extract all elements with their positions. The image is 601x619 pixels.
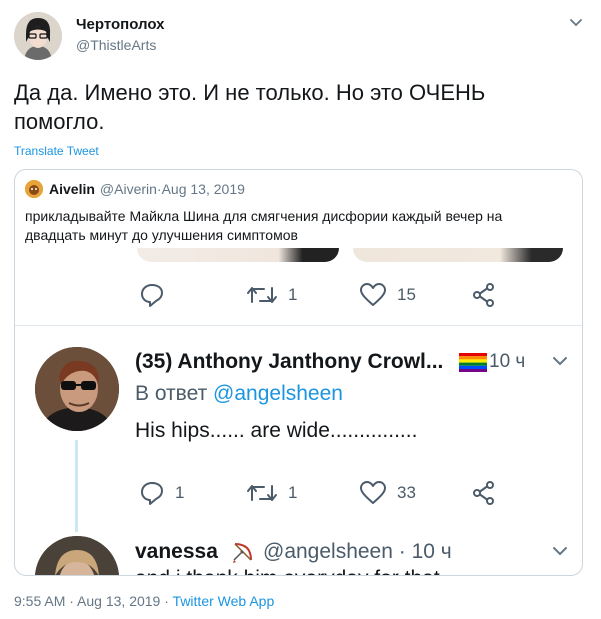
footer-separator: · xyxy=(65,593,78,609)
tweet-date[interactable]: Aug 13, 2019 xyxy=(77,593,160,609)
reply-to-prefix: В ответ xyxy=(135,382,214,405)
chevron-down-icon xyxy=(551,354,569,368)
reply-author-name: (35) Anthony Janthony Crowl... xyxy=(135,350,444,373)
share-action xyxy=(471,480,497,506)
share-icon xyxy=(471,282,497,308)
quoted-author-name: Aivelin xyxy=(49,181,95,197)
like-icon xyxy=(359,282,387,308)
author-handle[interactable]: @ThistleArts xyxy=(76,37,156,53)
translate-tweet-link[interactable]: Translate Tweet xyxy=(14,144,99,158)
chevron-down-icon[interactable] xyxy=(568,16,584,30)
retweet-count: 1 xyxy=(288,483,298,502)
screenshot-action-bar: 1 15 xyxy=(15,270,582,320)
quoted-date: Aug 13, 2019 xyxy=(161,181,245,197)
quoted-image-fragment xyxy=(137,248,339,262)
retweet-action: 1 xyxy=(246,480,297,506)
reply-action: 1 xyxy=(139,480,184,506)
retweet-icon xyxy=(246,282,278,308)
rainbow-flag-icon xyxy=(459,353,487,372)
next-author-handle: @angelsheen · 10 ч xyxy=(263,540,452,563)
quoted-author-handle: @Aiverin xyxy=(99,181,157,197)
bow-arrow-icon xyxy=(231,540,255,564)
reply-action-bar: 1 1 33 xyxy=(15,468,582,508)
reply-author-avatar xyxy=(35,347,119,431)
reply-count: 1 xyxy=(175,483,185,502)
reply-to-line: В ответ @angelsheen xyxy=(135,382,343,406)
chevron-down-icon xyxy=(551,544,569,558)
tweet-source[interactable]: Twitter Web App xyxy=(173,593,275,609)
tweet-time[interactable]: 9:55 AM xyxy=(14,593,65,609)
footer-separator: · xyxy=(160,593,173,609)
share-icon xyxy=(471,480,497,506)
retweet-count: 1 xyxy=(288,285,298,304)
tweet-footer: 9:55 AM · Aug 13, 2019 · Twitter Web App xyxy=(14,593,274,609)
retweet-icon xyxy=(246,480,278,506)
quoted-image-fragment xyxy=(353,248,563,262)
reply-icon xyxy=(139,480,165,506)
reply-action xyxy=(139,282,175,308)
next-reply-text: and i thank him everyday for that xyxy=(135,567,440,575)
next-author-name: vanessa xyxy=(135,540,218,563)
reply-icon xyxy=(139,282,165,308)
divider xyxy=(15,325,582,326)
next-author-avatar xyxy=(35,536,119,575)
share-action xyxy=(471,282,497,308)
like-icon xyxy=(359,480,387,506)
quoted-tweet-card[interactable]: Aivelin @Aiverin · Aug 13, 2019 приклады… xyxy=(14,169,583,576)
retweet-action: 1 xyxy=(246,282,297,308)
author-name[interactable]: Чертополох xyxy=(76,16,164,33)
reply-text: His hips...... are wide............... xyxy=(135,419,418,442)
quoted-author-avatar xyxy=(25,180,43,198)
reply-to-mention: @angelsheen xyxy=(213,382,343,405)
author-avatar[interactable] xyxy=(14,12,62,60)
quoted-tweet-text: прикладывайте Майкла Шина для смягчения … xyxy=(25,208,503,243)
tweet-text: Да да. Имено это. И не только. Но это ОЧ… xyxy=(14,80,486,134)
like-action: 33 xyxy=(359,480,416,506)
like-count: 33 xyxy=(397,483,416,502)
like-action: 15 xyxy=(359,282,416,308)
reply-time: 10 ч xyxy=(489,351,526,372)
quoted-tweet-header: Aivelin @Aiverin · Aug 13, 2019 xyxy=(25,180,245,198)
like-count: 15 xyxy=(397,285,416,304)
